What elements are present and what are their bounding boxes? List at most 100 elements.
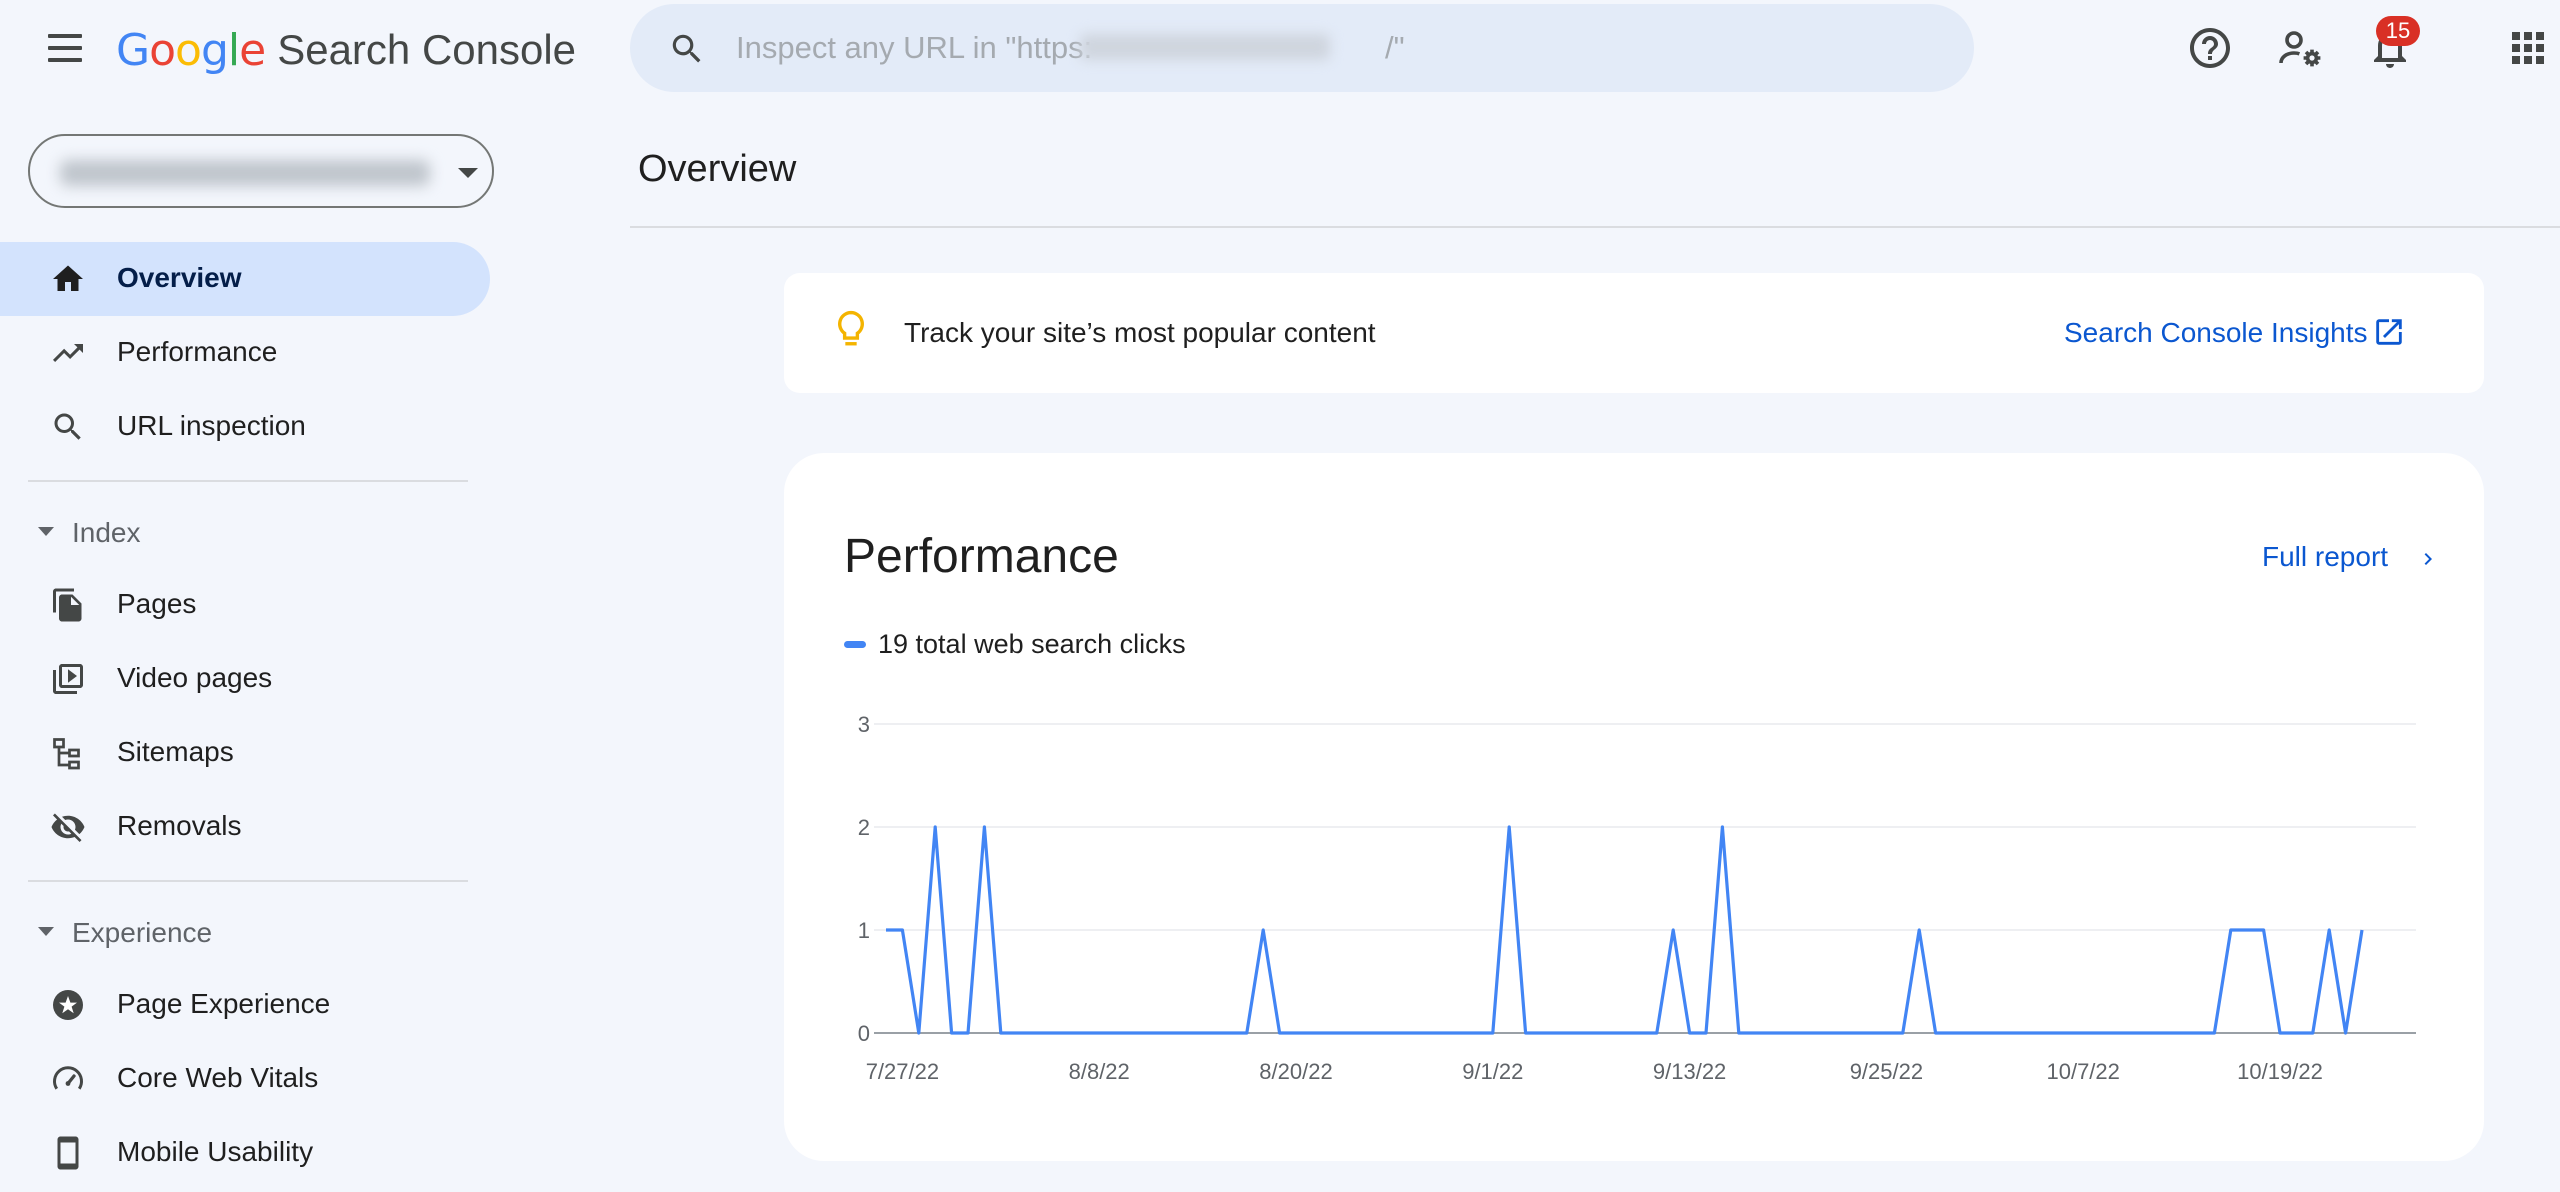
data-point[interactable]	[1374, 1029, 1382, 1037]
data-point[interactable]	[2030, 1029, 2038, 1037]
data-point[interactable]	[915, 1029, 923, 1037]
data-point[interactable]	[1079, 1029, 1087, 1037]
data-point[interactable]	[1407, 1029, 1415, 1037]
performance-line-chart[interactable]: 0 1 2 3 7/27/22 8/8/22 8/20/22 9/1/22 9/13/22 9/2…	[784, 453, 2484, 1161]
data-point[interactable]	[1948, 1029, 1956, 1037]
data-point[interactable]	[1358, 1029, 1366, 1037]
data-point[interactable]	[2112, 1029, 2120, 1037]
url-inspection-search[interactable]	[630, 4, 1974, 92]
data-point[interactable]	[1522, 1029, 1530, 1037]
data-point[interactable]	[1932, 1029, 1940, 1037]
sidebar-section-index[interactable]: Index	[0, 501, 480, 561]
data-point[interactable]	[2358, 926, 2366, 934]
data-point[interactable]	[1735, 1029, 1743, 1037]
data-point[interactable]	[1112, 1029, 1120, 1037]
data-point[interactable]	[1341, 1029, 1349, 1037]
data-point[interactable]	[1751, 1029, 1759, 1037]
sidebar-section-experience[interactable]: Experience	[0, 901, 480, 961]
sidebar-item-removals[interactable]: Removals	[0, 790, 490, 864]
data-point[interactable]	[1964, 1029, 1972, 1037]
data-point[interactable]	[2227, 926, 2235, 934]
google-search-console-logo[interactable]: Google Search Console	[116, 22, 576, 78]
sidebar-item-video-pages[interactable]: Video pages	[0, 642, 490, 716]
data-point[interactable]	[2079, 1029, 2087, 1037]
sidebar-item-url-inspection[interactable]: URL inspection	[0, 390, 490, 464]
data-point[interactable]	[1636, 1029, 1644, 1037]
data-point[interactable]	[2210, 1029, 2218, 1037]
data-point[interactable]	[1030, 1029, 1038, 1037]
data-point[interactable]	[2145, 1029, 2153, 1037]
sidebar-item-mobile-usability[interactable]: Mobile Usability	[0, 1116, 490, 1190]
data-point[interactable]	[1505, 823, 1513, 831]
sidebar-item-sitemaps[interactable]: Sitemaps	[0, 716, 490, 790]
data-point[interactable]	[2342, 1029, 2350, 1037]
data-point[interactable]	[931, 823, 939, 831]
data-point[interactable]	[1243, 1029, 1251, 1037]
data-point[interactable]	[1456, 1029, 1464, 1037]
data-point[interactable]	[2046, 1029, 2054, 1037]
data-point[interactable]	[2276, 1029, 2284, 1037]
data-point[interactable]	[1620, 1029, 1628, 1037]
data-point[interactable]	[2325, 926, 2333, 934]
data-point[interactable]	[997, 1029, 1005, 1037]
data-point[interactable]	[2194, 1029, 2202, 1037]
sidebar-item-overview[interactable]: Overview	[0, 242, 490, 316]
data-point[interactable]	[882, 926, 890, 934]
data-point[interactable]	[1784, 1029, 1792, 1037]
data-point[interactable]	[964, 1029, 972, 1037]
data-point[interactable]	[1194, 1029, 1202, 1037]
search-console-insights-link[interactable]: Search Console Insights	[2064, 317, 2368, 349]
data-point[interactable]	[898, 926, 906, 934]
data-point[interactable]	[1554, 1029, 1562, 1037]
sidebar-item-page-experience[interactable]: Page Experience	[0, 968, 490, 1042]
data-point[interactable]	[2096, 1029, 2104, 1037]
data-point[interactable]	[2243, 926, 2251, 934]
user-settings-icon[interactable]	[2276, 24, 2324, 72]
sidebar-item-performance[interactable]: Performance	[0, 316, 490, 390]
data-point[interactable]	[1046, 1029, 1054, 1037]
data-point[interactable]	[948, 1029, 956, 1037]
data-point[interactable]	[1866, 1029, 1874, 1037]
data-point[interactable]	[1390, 1029, 1398, 1037]
data-point[interactable]	[1440, 1029, 1448, 1037]
data-point[interactable]	[2178, 1029, 2186, 1037]
data-point[interactable]	[1587, 1029, 1595, 1037]
help-icon[interactable]	[2186, 24, 2234, 72]
sidebar-item-core-web-vitals[interactable]: Core Web Vitals	[0, 1042, 490, 1116]
data-point[interactable]	[1653, 1029, 1661, 1037]
data-point[interactable]	[1489, 1029, 1497, 1037]
data-point[interactable]	[2128, 1029, 2136, 1037]
sidebar-item-pages[interactable]: Pages	[0, 568, 490, 642]
data-point[interactable]	[1095, 1029, 1103, 1037]
open-in-new-icon[interactable]	[2372, 315, 2406, 349]
data-point[interactable]	[1423, 1029, 1431, 1037]
data-point[interactable]	[2292, 1029, 2300, 1037]
data-point[interactable]	[1161, 1029, 1169, 1037]
data-point[interactable]	[1210, 1029, 1218, 1037]
data-point[interactable]	[1800, 1029, 1808, 1037]
data-point[interactable]	[1702, 1029, 1710, 1037]
data-point[interactable]	[1768, 1029, 1776, 1037]
data-point[interactable]	[1128, 1029, 1136, 1037]
apps-grid-icon[interactable]	[2504, 24, 2552, 72]
data-point[interactable]	[1308, 1029, 1316, 1037]
data-point[interactable]	[1850, 1029, 1858, 1037]
data-point[interactable]	[1144, 1029, 1152, 1037]
data-point[interactable]	[1472, 1029, 1480, 1037]
data-point[interactable]	[1226, 1029, 1234, 1037]
data-point[interactable]	[1669, 926, 1677, 934]
data-point[interactable]	[2260, 926, 2268, 934]
data-point[interactable]	[1981, 1029, 1989, 1037]
data-point[interactable]	[1062, 1029, 1070, 1037]
data-point[interactable]	[1899, 1029, 1907, 1037]
data-point[interactable]	[1718, 823, 1726, 831]
data-point[interactable]	[1013, 1029, 1021, 1037]
property-selector[interactable]	[28, 134, 494, 208]
data-point[interactable]	[1833, 1029, 1841, 1037]
data-point[interactable]	[1882, 1029, 1890, 1037]
data-point[interactable]	[1177, 1029, 1185, 1037]
data-point[interactable]	[1259, 926, 1267, 934]
data-point[interactable]	[2309, 1029, 2317, 1037]
data-point[interactable]	[1997, 1029, 2005, 1037]
data-point[interactable]	[2014, 1029, 2022, 1037]
